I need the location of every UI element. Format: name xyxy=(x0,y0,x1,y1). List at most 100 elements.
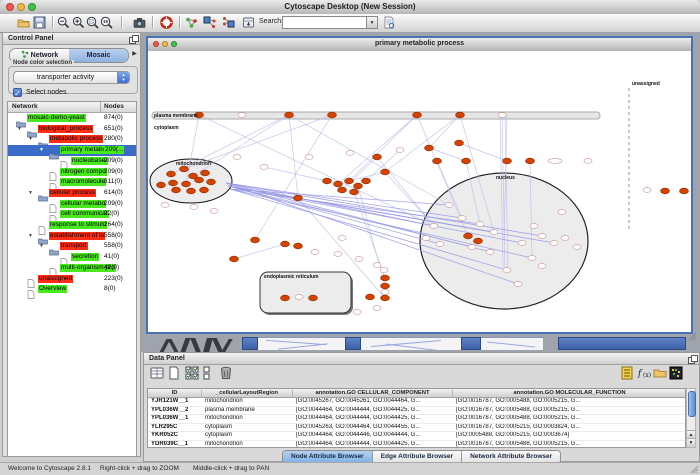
node-unselected[interactable] xyxy=(643,188,651,193)
node-selected[interactable] xyxy=(230,256,239,262)
search-dropdown-button[interactable]: ▼ xyxy=(366,16,378,29)
node-color-select[interactable]: transporter activity ▲▼ xyxy=(13,71,130,84)
node-selected[interactable] xyxy=(362,178,371,184)
node-selected[interactable] xyxy=(680,188,689,194)
node-selected[interactable] xyxy=(309,295,318,301)
background-window-fragment[interactable] xyxy=(242,337,258,350)
tree-row[interactable]: ▼cellular process614(0) xyxy=(8,188,136,199)
float-panel-icon[interactable] xyxy=(688,355,696,363)
attribute-table-icon[interactable] xyxy=(150,366,164,380)
node-unselected[interactable] xyxy=(381,290,389,295)
node-selected[interactable] xyxy=(433,158,442,164)
zoom-fit-icon[interactable] xyxy=(100,16,113,29)
attribute-table-scrollbar[interactable]: ▲ ▼ xyxy=(686,388,696,448)
node-selected[interactable] xyxy=(474,238,483,244)
select-nodes-checkbox[interactable]: ✓ xyxy=(13,88,22,97)
node-selected[interactable] xyxy=(201,170,210,176)
zoom-in-icon[interactable] xyxy=(72,16,85,29)
node-unselected[interactable] xyxy=(353,310,361,315)
node-unselected[interactable] xyxy=(260,165,268,170)
node-selected[interactable] xyxy=(425,145,434,151)
node-selected[interactable] xyxy=(345,178,354,184)
node-selected[interactable] xyxy=(281,241,290,247)
app-resize-grip[interactable] xyxy=(689,464,699,474)
node-selected[interactable] xyxy=(455,140,464,146)
node-selected[interactable] xyxy=(294,243,303,249)
tree-row[interactable]: unassigned223(0) xyxy=(8,274,136,285)
tree-row[interactable]: ▼primary metabo209(... xyxy=(8,145,136,156)
enhanced-search-icon[interactable] xyxy=(383,16,396,29)
tree-row[interactable]: secretion41(0) xyxy=(8,252,136,263)
node-selected[interactable] xyxy=(661,188,670,194)
expander-icon[interactable]: ▼ xyxy=(28,190,33,196)
network-canvas[interactable]: plasma membranecytoplasmmitochondrionnuc… xyxy=(148,51,691,332)
function-builder-icon[interactable]: f(x) xyxy=(637,366,651,380)
node-unselected[interactable] xyxy=(561,236,569,241)
delete-attribute-icon[interactable] xyxy=(219,366,233,380)
tree-row[interactable]: Overview8(0) xyxy=(8,284,136,295)
node-unselected[interactable] xyxy=(355,257,363,262)
node-unselected[interactable] xyxy=(311,250,319,255)
node-selected[interactable] xyxy=(381,283,390,289)
tree-row[interactable]: ▼establishment of lo558(0) xyxy=(8,231,136,242)
node-unselected[interactable] xyxy=(503,268,511,273)
help-icon[interactable] xyxy=(160,16,173,29)
layout-icon[interactable] xyxy=(242,16,255,29)
node-selected[interactable] xyxy=(456,112,465,118)
expander-icon[interactable]: ▼ xyxy=(17,126,22,132)
node-unselected[interactable] xyxy=(530,224,538,229)
node-selected[interactable] xyxy=(338,187,347,193)
node-unselected[interactable] xyxy=(518,241,526,246)
node-selected[interactable] xyxy=(350,189,359,195)
zoom-out-icon[interactable] xyxy=(57,16,70,29)
background-window-fragment[interactable] xyxy=(558,337,686,350)
network-graph[interactable]: plasma membranecytoplasmmitochondrionnuc… xyxy=(148,51,691,332)
attribute-matrix-icon[interactable] xyxy=(669,366,683,380)
node-selected[interactable] xyxy=(187,188,196,194)
create-attribute-icon[interactable] xyxy=(167,366,181,380)
background-window-fragment[interactable] xyxy=(190,338,201,352)
node-selected[interactable] xyxy=(464,233,473,239)
background-window-fragment[interactable] xyxy=(461,337,481,350)
node-unselected[interactable] xyxy=(538,234,546,239)
node-unselected[interactable] xyxy=(476,222,484,227)
attribute-list-icon[interactable] xyxy=(620,366,634,380)
window-resize-grip[interactable] xyxy=(687,331,697,341)
node-unselected[interactable] xyxy=(346,151,354,156)
tree-row[interactable]: nitrogen compo209(0) xyxy=(8,167,136,178)
node-selected[interactable] xyxy=(182,181,191,187)
scrollbar-thumb[interactable] xyxy=(688,391,696,417)
tree-row[interactable]: cell communicat22(0) xyxy=(8,209,136,220)
zoom-selected-region-icon[interactable] xyxy=(86,16,99,29)
node-unselected[interactable] xyxy=(584,159,592,164)
node-selected[interactable] xyxy=(366,294,375,300)
expand-network-icon[interactable] xyxy=(203,16,216,29)
background-window-fragment[interactable] xyxy=(345,337,361,350)
node-unselected[interactable] xyxy=(295,295,303,300)
node-selected[interactable] xyxy=(251,237,260,243)
node-unselected[interactable] xyxy=(514,282,522,287)
node-selected[interactable] xyxy=(281,295,290,301)
node-unselected[interactable] xyxy=(498,113,506,118)
open-file-icon[interactable] xyxy=(17,16,30,29)
import-attributes-icon[interactable] xyxy=(653,366,667,380)
node-selected[interactable] xyxy=(157,182,166,188)
tab-mosaic[interactable]: Mosaic xyxy=(69,49,128,62)
node-selected[interactable] xyxy=(381,295,390,301)
node-unselected[interactable] xyxy=(550,241,558,246)
network-window-titlebar[interactable]: primary metabolic process xyxy=(148,38,691,52)
node-unselected[interactable] xyxy=(338,236,346,241)
node-selected[interactable] xyxy=(167,171,176,177)
node-unselected[interactable] xyxy=(422,236,430,241)
save-icon[interactable] xyxy=(33,16,46,29)
vizmapper-icon[interactable] xyxy=(185,16,198,29)
search-input[interactable] xyxy=(282,16,368,29)
select-all-attributes-icon[interactable] xyxy=(185,366,199,380)
node-unselected[interactable] xyxy=(380,268,388,273)
background-window-fragment[interactable] xyxy=(361,337,461,350)
node-selected[interactable] xyxy=(172,187,181,193)
node-unselected[interactable] xyxy=(210,209,218,214)
node-unselected[interactable] xyxy=(373,263,381,268)
node-unselected[interactable] xyxy=(538,264,546,269)
node-selected[interactable] xyxy=(294,195,303,201)
